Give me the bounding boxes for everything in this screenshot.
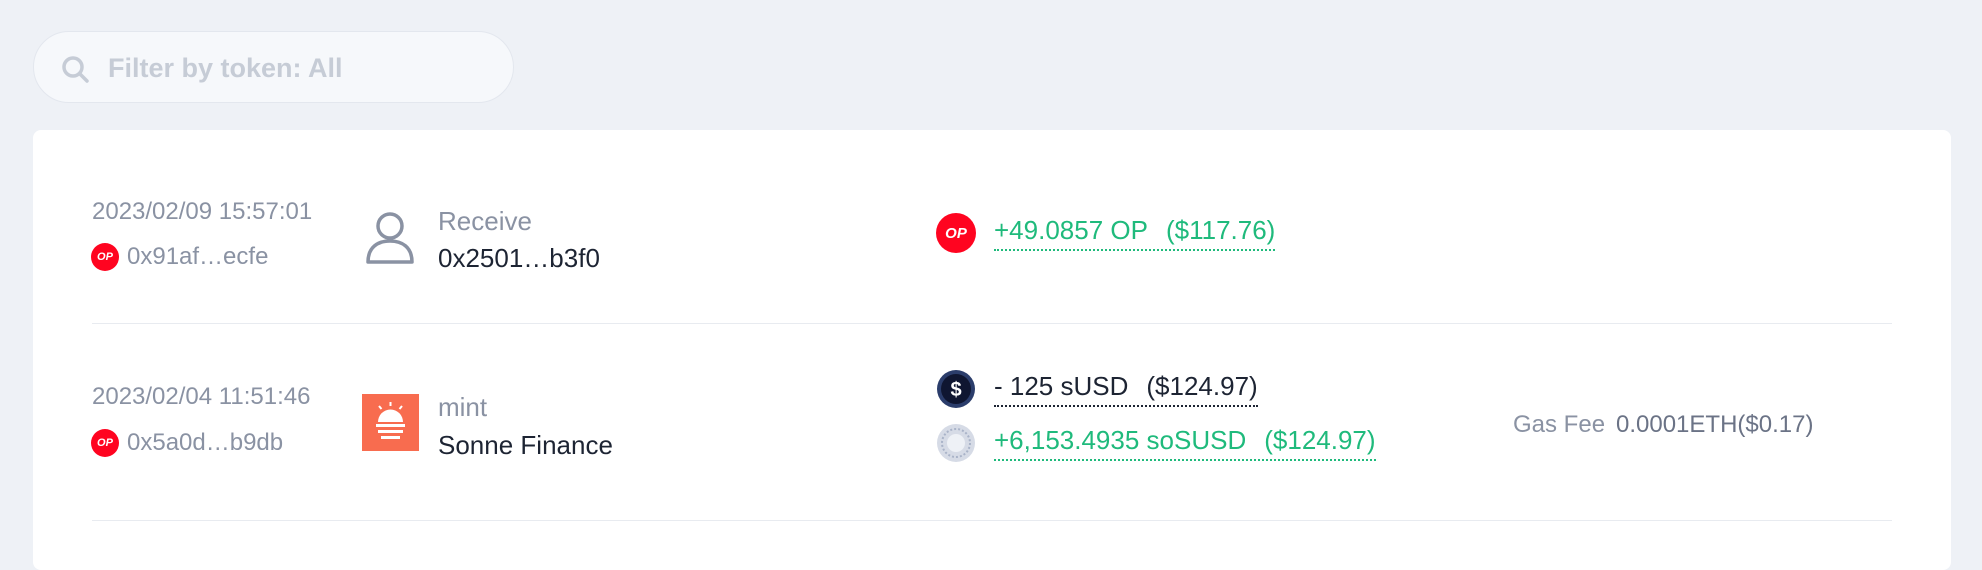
tx-type-label: mint — [438, 392, 488, 422]
svg-text:$: $ — [950, 379, 961, 401]
token-amount[interactable]: +49.0857 OP ($117.76) — [994, 215, 1276, 251]
optimism-chain-icon: OP — [91, 429, 119, 457]
filter-input[interactable] — [106, 46, 490, 90]
transaction-list: 2023/02/09 15:57:01 OP 0x91af…ecfe Recei… — [33, 130, 1951, 570]
transaction-row[interactable]: 2023/02/04 11:51:46 OP 0x5a0d…b9db mint … — [33, 323, 1951, 523]
token-change[interactable]: $ - 125 sUSD ($124.97) — [936, 369, 1258, 409]
transaction-row[interactable]: 2023/02/09 15:57:01 OP 0x91af…ecfe Recei… — [33, 130, 1951, 323]
counterparty-address[interactable]: 0x2501…b3f0 — [438, 243, 600, 274]
tx-time: 2023/02/04 11:51:46 — [92, 383, 311, 410]
tx-hash-link[interactable]: OP 0x5a0d…b9db — [91, 429, 283, 457]
counterparty-name[interactable]: Sonne Finance — [438, 430, 613, 461]
gas-fee-label: Gas Fee — [1513, 411, 1606, 438]
sosusd-token-icon — [937, 424, 975, 462]
token-amount-value: +6,153.4935 soSUSD — [994, 425, 1247, 455]
token-amount[interactable]: - 125 sUSD ($124.97) — [994, 371, 1258, 407]
token-change[interactable]: OP +49.0857 OP ($117.76) — [936, 213, 1276, 253]
token-amount[interactable]: +6,153.4935 soSUSD ($124.97) — [994, 425, 1376, 461]
op-token-icon: OP — [936, 213, 976, 253]
tx-time: 2023/02/09 15:57:01 — [92, 198, 313, 225]
optimism-chain-icon: OP — [91, 243, 119, 271]
user-icon — [366, 212, 414, 264]
row-divider — [92, 520, 1892, 521]
sonne-finance-logo-icon — [362, 394, 419, 451]
tx-address: 0x5a0d…b9db — [127, 429, 284, 456]
susd-token-icon: $ — [937, 370, 975, 408]
token-amount-value: +49.0857 OP — [994, 215, 1148, 245]
token-amount-value: - 125 sUSD — [994, 371, 1129, 401]
tx-type-label: Receive — [438, 206, 532, 236]
token-usd-value: ($124.97) — [1146, 371, 1258, 401]
gas-fee-value: 0.0001ETH($0.17) — [1616, 411, 1814, 438]
tx-address: 0x91af…ecfe — [127, 243, 269, 270]
token-change[interactable]: +6,153.4935 soSUSD ($124.97) — [936, 423, 1376, 463]
token-usd-value: ($124.97) — [1264, 425, 1376, 455]
token-usd-value: ($117.76) — [1165, 215, 1276, 245]
token-filter[interactable] — [33, 31, 514, 103]
search-icon — [62, 56, 89, 83]
tx-hash-link[interactable]: OP 0x91af…ecfe — [91, 243, 268, 271]
